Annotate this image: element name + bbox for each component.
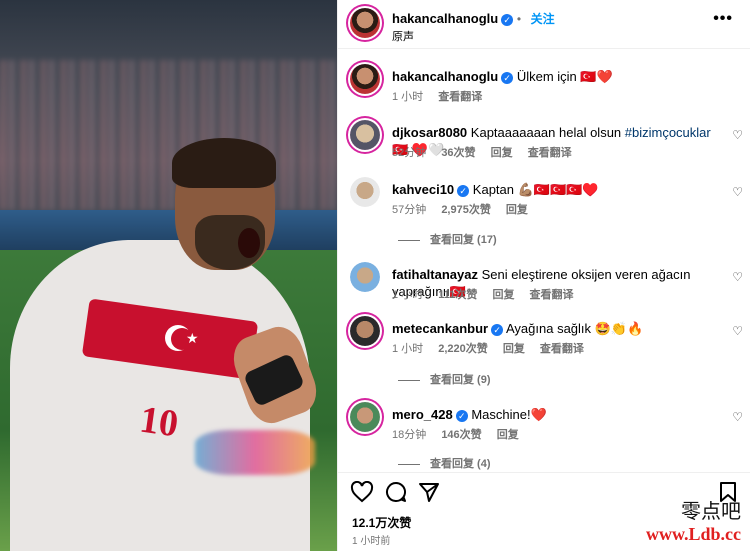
- view-replies-button[interactable]: 查看回复 (9): [398, 371, 491, 387]
- author-avatar[interactable]: [350, 8, 380, 38]
- watermark-line1: 零点吧: [681, 499, 741, 523]
- verified-icon: ✓: [457, 184, 470, 197]
- audio-label[interactable]: 原声: [392, 28, 414, 44]
- comment-time: 1 小时: [392, 343, 424, 355]
- comment-likes[interactable]: 2,975次赞: [441, 204, 491, 216]
- avatar[interactable]: [350, 64, 380, 94]
- view-replies-label: 查看回复 (17): [430, 234, 497, 246]
- comment-username[interactable]: djkosar8080: [392, 125, 467, 140]
- translate-link[interactable]: 查看翻译: [438, 91, 482, 103]
- comment-time: 52分钟: [392, 147, 427, 159]
- translate-link[interactable]: 查看翻译: [528, 147, 572, 159]
- comment-text: Maschine!❤️: [471, 407, 547, 422]
- replies-line: [398, 239, 420, 241]
- like-heart-icon[interactable]: ♡: [732, 185, 743, 199]
- post-header: hakancalhanoglu ✓ • 关注 原声 •••: [338, 0, 750, 49]
- verified-icon: ✓: [491, 323, 504, 336]
- comment-time: 18分钟: [392, 429, 427, 441]
- replies-line: [398, 463, 420, 465]
- player-mouth: [238, 228, 260, 258]
- verified-icon: ✓: [501, 13, 514, 26]
- comment-likes[interactable]: 146次赞: [441, 429, 481, 441]
- like-icon[interactable]: [350, 481, 374, 503]
- comment-time: 1 小时: [392, 91, 424, 103]
- star-icon: ★: [186, 330, 199, 346]
- post-time: 1 小时前: [352, 536, 391, 547]
- reply-button[interactable]: 回复: [491, 147, 513, 159]
- comment-time: 57分钟: [392, 204, 427, 216]
- watermark-line2: www.Ldb.cc: [645, 524, 741, 544]
- avatar[interactable]: [350, 262, 380, 292]
- background-fans: [195, 430, 315, 475]
- more-options-icon[interactable]: •••: [713, 10, 733, 28]
- crowd-blur: [0, 60, 337, 210]
- comment-time: 1 小时: [392, 289, 424, 301]
- translate-link[interactable]: 查看翻译: [540, 343, 584, 355]
- verified-icon: ✓: [455, 409, 468, 422]
- like-heart-icon[interactable]: ♡: [732, 410, 743, 424]
- comment-username[interactable]: fatihaltanayaz: [392, 267, 478, 282]
- reply-button[interactable]: 回复: [497, 429, 519, 441]
- comment-username[interactable]: hakancalhanoglu: [392, 69, 498, 84]
- comment-text: Kaptaaaaaaan helal olsun: [470, 125, 625, 140]
- verified-icon: ✓: [501, 71, 514, 84]
- replies-line: [398, 379, 420, 381]
- comment-username[interactable]: kahveci10: [392, 182, 454, 197]
- share-icon[interactable]: [418, 481, 440, 503]
- avatar[interactable]: [350, 402, 380, 432]
- comment-text: Kaptan 💪🏽🇹🇷🇹🇷🇹🇷♥️: [472, 182, 599, 197]
- post-video[interactable]: ★ 10: [0, 0, 337, 551]
- like-heart-icon[interactable]: ♡: [732, 270, 743, 284]
- comment-likes[interactable]: 2,220次赞: [438, 343, 488, 355]
- avatar[interactable]: [350, 177, 380, 207]
- likes-count[interactable]: 12.1万次赞: [352, 514, 411, 531]
- author-username[interactable]: hakancalhanoglu: [392, 11, 498, 26]
- comment-likes[interactable]: 36次赞: [441, 147, 475, 159]
- comment-likes[interactable]: 111次赞: [438, 289, 477, 301]
- comment-username[interactable]: metecankanbur: [392, 321, 488, 336]
- separator-dot: •: [516, 12, 522, 26]
- site-watermark: 零点吧 www.Ldb.cc: [646, 495, 741, 545]
- avatar[interactable]: [350, 316, 380, 346]
- follow-button[interactable]: 关注: [531, 12, 555, 26]
- view-replies-label: 查看回复 (9): [430, 374, 491, 386]
- reply-button[interactable]: 回复: [503, 343, 525, 355]
- comment-username[interactable]: mero_428: [392, 407, 453, 422]
- jersey-number: 10: [137, 398, 181, 446]
- avatar[interactable]: [350, 120, 380, 150]
- view-replies-button[interactable]: 查看回复 (4): [398, 455, 491, 471]
- comment-text: Ayağına sağlık 🤩👏🔥: [506, 321, 644, 336]
- translate-link[interactable]: 查看翻译: [530, 289, 574, 301]
- view-replies-button[interactable]: 查看回复 (17): [398, 231, 497, 247]
- player-hair: [172, 138, 276, 188]
- reply-button[interactable]: 回复: [492, 289, 514, 301]
- like-heart-icon[interactable]: ♡: [732, 324, 743, 338]
- view-replies-label: 查看回复 (4): [430, 458, 491, 470]
- like-heart-icon[interactable]: ♡: [732, 128, 743, 142]
- comment-icon[interactable]: [385, 481, 407, 503]
- reply-button[interactable]: 回复: [506, 204, 528, 216]
- post-panel: hakancalhanoglu ✓ • 关注 原声 ••• hakancalhan…: [337, 0, 750, 551]
- comment-text: Ülkem için 🇹🇷❤️: [516, 69, 613, 84]
